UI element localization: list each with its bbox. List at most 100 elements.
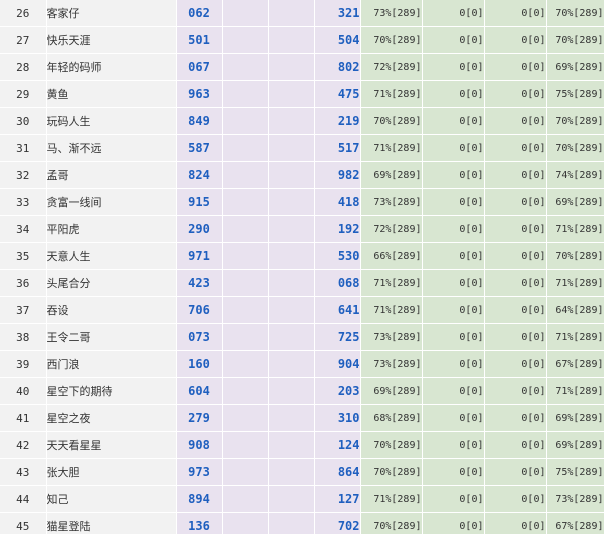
number-cell: 203 [314, 377, 361, 405]
number-cell: 824 [176, 161, 223, 189]
stat-cell: 0[0] [422, 107, 485, 135]
table-row: 38 王令二哥 073 725 73%[289] 0[0] 0[0] 71%[289] [0, 323, 604, 351]
stat-cell: 72%[289] [360, 53, 423, 81]
number-cell: 127 [314, 485, 361, 513]
stat-cell: 0[0] [484, 350, 547, 378]
blank-cell [268, 53, 315, 81]
stat-cell: 73%[289] [546, 485, 604, 513]
blank-cell [268, 80, 315, 108]
name-cell: 知己 [46, 485, 177, 513]
stat-cell: 0[0] [484, 323, 547, 351]
blank-cell [222, 0, 269, 27]
stat-cell: 72%[289] [360, 215, 423, 243]
blank-cell [222, 404, 269, 432]
blank-cell [268, 269, 315, 297]
name-cell: 玩码人生 [46, 107, 177, 135]
table-body: 26 客家仔 062 321 73%[289] 0[0] 0[0] 70%[289] 27 快乐天… [0, 0, 604, 539]
number-cell: 290 [176, 215, 223, 243]
number-cell: 904 [314, 350, 361, 378]
stat-cell: 69%[289] [546, 188, 604, 216]
blank-cell [222, 80, 269, 108]
blank-cell [222, 188, 269, 216]
rank-cell: 38 [0, 323, 47, 351]
blank-cell [268, 188, 315, 216]
name-cell: 星空之夜 [46, 404, 177, 432]
stat-cell: 69%[289] [546, 404, 604, 432]
number-cell: 973 [176, 458, 223, 486]
stat-cell: 0[0] [422, 53, 485, 81]
number-cell: 530 [314, 242, 361, 270]
stat-cell: 67%[289] [546, 350, 604, 378]
stat-cell: 71%[289] [546, 377, 604, 405]
rank-cell: 39 [0, 350, 47, 378]
table-row: 27 快乐天涯 501 504 70%[289] 0[0] 0[0] 70%[289] [0, 26, 604, 54]
table-row: 44 知己 894 127 71%[289] 0[0] 0[0] 73%[289] [0, 485, 604, 513]
number-cell: 124 [314, 431, 361, 459]
blank-cell [268, 134, 315, 162]
stat-cell: 70%[289] [360, 458, 423, 486]
number-cell: 423 [176, 269, 223, 297]
number-cell: 641 [314, 296, 361, 324]
name-cell: 马、渐不远 [46, 134, 177, 162]
table-row: 42 天天看星星 908 124 70%[289] 0[0] 0[0] 69%[289] [0, 431, 604, 459]
blank-cell [268, 350, 315, 378]
stat-cell: 0[0] [422, 188, 485, 216]
name-cell: 黄鱼 [46, 80, 177, 108]
number-cell: 982 [314, 161, 361, 189]
table-row: 39 西门浪 160 904 73%[289] 0[0] 0[0] 67%[289] [0, 350, 604, 378]
stat-cell: 0[0] [484, 53, 547, 81]
stat-cell: 0[0] [484, 431, 547, 459]
rank-cell: 35 [0, 242, 47, 270]
stat-cell: 0[0] [484, 458, 547, 486]
stat-cell: 0[0] [422, 242, 485, 270]
number-cell: 915 [176, 188, 223, 216]
blank-cell [222, 431, 269, 459]
stat-cell: 0[0] [422, 377, 485, 405]
rank-cell: 30 [0, 107, 47, 135]
number-cell: 894 [176, 485, 223, 513]
stat-cell: 66%[289] [360, 242, 423, 270]
stat-cell: 0[0] [484, 188, 547, 216]
stat-cell: 0[0] [484, 377, 547, 405]
stat-cell: 0[0] [422, 0, 485, 27]
stat-cell: 70%[289] [546, 107, 604, 135]
stat-cell: 70%[289] [546, 242, 604, 270]
number-cell: 971 [176, 242, 223, 270]
stat-cell: 0[0] [484, 80, 547, 108]
stat-cell: 71%[289] [360, 269, 423, 297]
number-cell: 725 [314, 323, 361, 351]
number-cell: 068 [314, 269, 361, 297]
number-cell: 062 [176, 0, 223, 27]
stat-cell: 0[0] [484, 0, 547, 27]
stat-cell: 0[0] [422, 134, 485, 162]
stat-cell: 0[0] [422, 485, 485, 513]
name-cell: 天意人生 [46, 242, 177, 270]
stat-cell: 0[0] [422, 161, 485, 189]
blank-cell [268, 485, 315, 513]
number-cell: 802 [314, 53, 361, 81]
number-cell: 908 [176, 431, 223, 459]
number-cell: 587 [176, 134, 223, 162]
stat-cell: 69%[289] [546, 431, 604, 459]
stat-cell: 64%[289] [546, 296, 604, 324]
number-cell: 073 [176, 323, 223, 351]
stat-cell: 71%[289] [546, 269, 604, 297]
table-row: 26 客家仔 062 321 73%[289] 0[0] 0[0] 70%[289] [0, 0, 604, 27]
stat-cell: 0[0] [484, 269, 547, 297]
blank-cell [222, 242, 269, 270]
blank-cell [268, 215, 315, 243]
name-cell: 头尾合分 [46, 269, 177, 297]
stat-cell: 0[0] [422, 404, 485, 432]
stat-cell: 73%[289] [360, 0, 423, 27]
blank-cell [222, 323, 269, 351]
blank-cell [222, 350, 269, 378]
blank-cell [268, 242, 315, 270]
number-cell: 604 [176, 377, 223, 405]
rank-cell: 31 [0, 134, 47, 162]
stat-cell: 0[0] [422, 269, 485, 297]
rank-cell: 42 [0, 431, 47, 459]
blank-cell [222, 107, 269, 135]
table-row: 34 平阳虎 290 192 72%[289] 0[0] 0[0] 71%[289] [0, 215, 604, 243]
name-cell: 快乐天涯 [46, 26, 177, 54]
stat-cell: 71%[289] [546, 215, 604, 243]
